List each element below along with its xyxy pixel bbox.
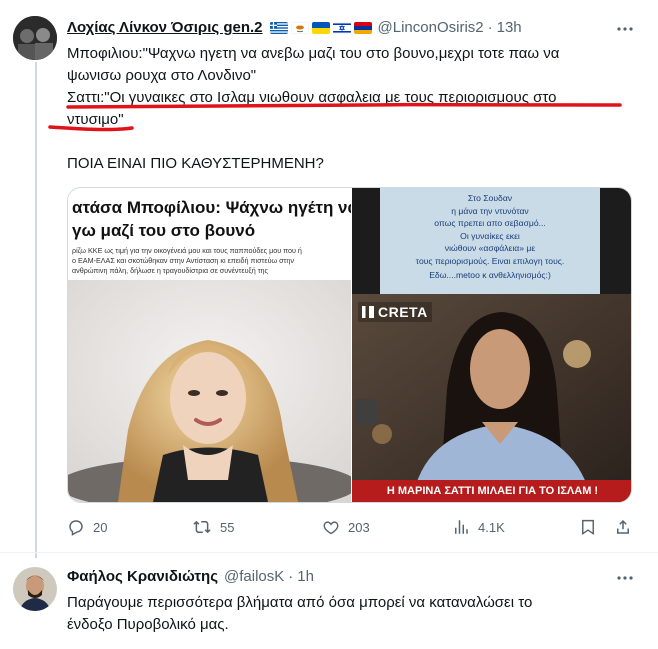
media-grid[interactable]: ατάσα Μποφίλιου: Ψάχνω ηγέτη να γω μαζί … [67,187,632,503]
views-button[interactable]: 4.1K [452,518,505,536]
more-options-button[interactable] [615,19,635,39]
caption-line-4: Οι γυναίκες εκει [460,230,520,241]
media-image-left[interactable]: ατάσα Μποφίλιου: Ψάχνω ηγέτη να γω μαζί … [68,188,351,502]
reply-button[interactable]: 20 [67,518,107,536]
reply-more-options-button[interactable] [615,568,635,588]
tweet-question: ΠΟΙΑ ΕΙΝΑΙ ΠΙΟ ΚΑΘΥΣΤΕΡΗΜΕΝΗ? [67,155,324,172]
left-body-line-3: ανθρώπινη πάλη, δήλωσε η τραγουδίστρια σ… [72,266,269,275]
caption-line-5: νιώθουν «ασφάλεια» με [444,243,536,253]
repost-button[interactable]: 55 [192,518,234,536]
media-image-right[interactable]: Στο Σουδαν η μάνα την ντυνόταν οπως πρεπ… [352,188,631,502]
share-icon [617,519,629,534]
left-headline-line-2: γω μαζί του στο βουνό [72,221,256,240]
channel-logo: CRETA [358,302,432,322]
caption-line-6: τους περιορισμούς. Ειναι επιλογη τους. [415,255,565,266]
bookmark-button[interactable] [579,518,605,536]
profile-photo-icon [13,16,57,60]
reply-count: 20 [93,519,108,535]
reply-author-handle[interactable]: @failosK [224,568,284,585]
heart-icon [323,521,339,535]
like-button[interactable]: 203 [322,518,370,536]
views-count: 4.1K [478,519,505,535]
flag-group [267,21,372,34]
video-still-photo [352,294,631,502]
more-icon [617,27,633,31]
red-underline-annotation [48,102,622,132]
tweet-reply: Φαήλος Κρανιδιώτης @failosK · 1h Παράγου… [0,553,658,649]
caption-line-7: Εδω....metoo κ ανθελληνισμός:) [429,270,551,280]
views-chart-icon [455,520,468,534]
greece-flag-icon [269,21,288,34]
left-headline: ατάσα Μποφίλιου: Ψάχνω ηγέτη να γω μαζί … [72,196,351,242]
tweet-action-bar: 20 55 203 4.1K [67,518,632,540]
author-avatar[interactable] [13,16,57,60]
ukraine-flag-icon [311,21,330,34]
caption-line-2: η μάνα την ντυνόταν [451,205,529,216]
cyprus-flag-icon [290,21,309,34]
share-button[interactable] [614,518,640,536]
reply-line-2: ένδοξο Πυροβολικό μας. [67,616,229,633]
separator-dot: · [487,19,493,36]
reply-author-name[interactable]: Φαήλος Κρανιδιώτης [67,568,218,585]
caption-line-3: οπως πρεπει απο σεβασμό... [434,218,546,228]
channel-logo-text: CRETA [378,304,428,320]
reply-icon [69,520,83,536]
left-headline-line-1: ατάσα Μποφίλιου: Ψάχνω ηγέτη να [72,198,351,217]
reply-author-avatar[interactable] [13,567,57,611]
author-name[interactable]: Λοχίας Λίνκον Όσιρις gen.2 [67,19,263,36]
caption-line-1: Στο Σουδαν [467,193,513,203]
tweet-line-1: Μποφιλιου:"Ψαχνω ηγετη να ανεβω μαζι του… [67,45,560,62]
reply-line-1: Παράγουμε περισσότερα βλήματα από όσα μπ… [67,594,533,611]
reply-body: Παράγουμε περισσότερα βλήματα από όσα μπ… [67,592,532,636]
tweet-header: Λοχίας Λίνκον Όσιρις gen.2 @LinconOsiris… [67,19,522,36]
like-count: 203 [348,519,370,535]
profile-photo-icon [13,567,57,611]
thread-connector [35,62,37,558]
reply-separator-dot: · [288,568,294,585]
more-icon [617,576,633,580]
armenia-flag-icon [353,21,372,34]
repost-icon [193,520,211,534]
tweet-line-2: ψωνισω ρουχα στο Λονδινο" [67,67,257,84]
left-body-text: ρίζω ΚΚΕ ως τιμή για την οικογένειά μου … [72,246,351,276]
tweet-main: Λοχίας Λίνκον Όσιρις gen.2 @LinconOsiris… [0,0,658,560]
left-body-line-2: ο ΕΑΜ-ΕΛΑΣ και σκοτώθηκαν στην Αντίσταση… [72,256,294,265]
tweet-time[interactable]: 13h [497,19,522,36]
repost-count: 55 [220,519,235,535]
israel-flag-icon [332,21,351,34]
woman-portrait-photo [68,280,351,502]
bottom-banner: Η ΜΑΡΙΝΑ ΣΑΤΤΙ ΜΙΛΑΕΙ ΓΙΑ ΤΟ ΙΣΛΑΜ ! [352,480,631,502]
reply-time[interactable]: 1h [297,568,314,585]
reply-header: Φαήλος Κρανιδιώτης @failosK · 1h [67,568,314,585]
right-caption-box: Στο Σουδαν η μάνα την ντυνόταν οπως πρεπ… [380,188,600,294]
channel-logo-icon [362,306,374,318]
bookmark-icon [582,519,594,536]
left-body-line-1: ρίζω ΚΚΕ ως τιμή για την οικογένειά μου … [72,246,302,255]
author-handle[interactable]: @LinconOsiris2 [378,19,484,36]
